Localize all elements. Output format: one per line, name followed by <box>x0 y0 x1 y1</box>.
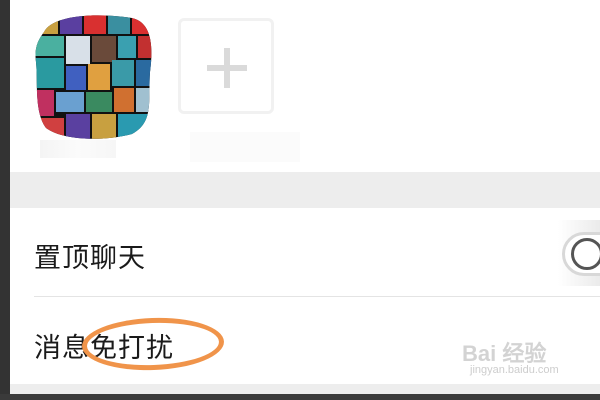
member-name-blurred <box>40 140 116 158</box>
toggle-knob <box>571 238 600 270</box>
add-member-button[interactable] <box>178 18 274 114</box>
add-member-blurred-area <box>190 132 300 162</box>
frame-edge-bottom <box>0 394 600 400</box>
pin-chat-label: 置顶聊天 <box>34 243 146 274</box>
member-list <box>10 0 600 172</box>
frame-edge <box>0 0 10 400</box>
chat-info-screen: 置顶聊天 消息免打扰 Bai 经验 jingyan.baidu.com <box>10 0 600 394</box>
watermark-url: jingyan.baidu.com <box>470 364 559 376</box>
member-avatar[interactable] <box>32 12 154 140</box>
pin-chat-toggle[interactable] <box>562 232 600 276</box>
section-gap <box>10 172 600 208</box>
row-divider <box>34 296 600 297</box>
watermark: Bai 经验 jingyan.baidu.com <box>462 336 592 384</box>
section-gap-bottom <box>10 384 600 394</box>
mosaic-avatar-image <box>35 15 152 139</box>
pin-chat-row[interactable]: 置顶聊天 <box>10 208 600 296</box>
